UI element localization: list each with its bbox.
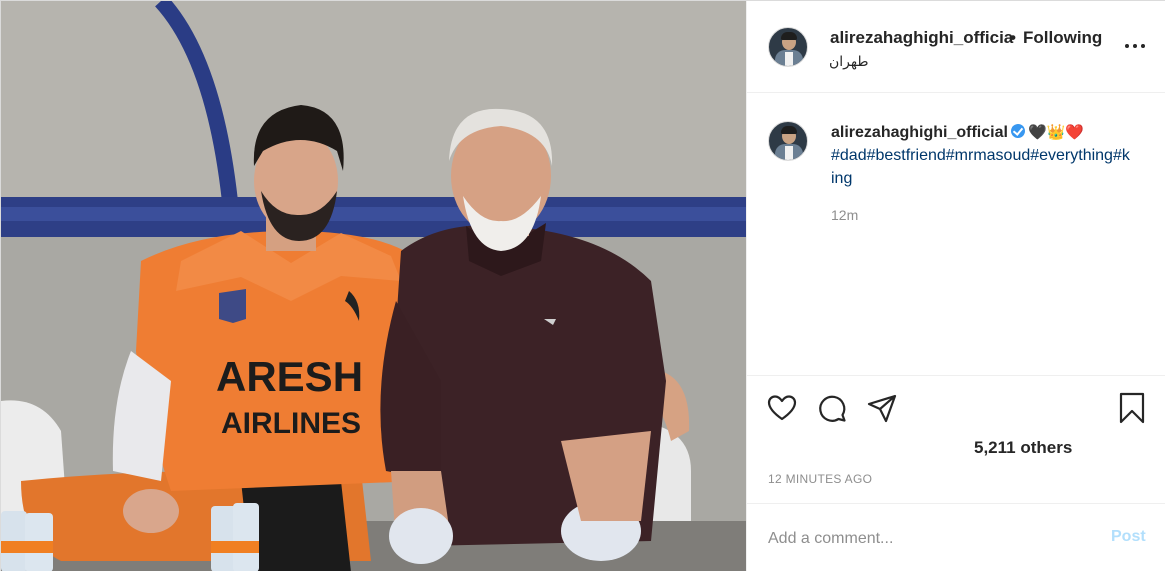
post-photo[interactable]: ARESH AIRLINES	[1, 1, 746, 571]
post-header: alirezahaghighi_officia • Following طهرا…	[747, 1, 1165, 93]
heart-icon[interactable]	[766, 392, 798, 424]
location-link[interactable]: طهران	[829, 53, 869, 70]
more-options-icon[interactable]	[1123, 35, 1147, 55]
send-icon[interactable]	[866, 392, 898, 424]
caption-hashtags[interactable]: #dad#bestfriend#mrmasoud#everything#king	[831, 147, 1130, 187]
likes-count[interactable]: 5,211 others	[974, 438, 1072, 458]
post-dialog: ARESH AIRLINES alirezahaghighi_officia •…	[0, 0, 1165, 571]
action-bar: 5,211 others 12 MINUTES AGO	[747, 375, 1165, 503]
caption-time: 12m	[831, 207, 859, 223]
comment-input[interactable]	[768, 524, 1088, 554]
bookmark-icon[interactable]	[1116, 392, 1148, 424]
caption-text: alirezahaghighi_official 🖤👑❤️ #dad#bestfr…	[831, 121, 1131, 190]
following-button[interactable]: Following	[1023, 28, 1102, 48]
comment-section: Post	[747, 503, 1165, 571]
post-comment-button[interactable]: Post	[1111, 528, 1146, 546]
jersey-text-line1: ARESH	[216, 353, 363, 400]
comment-icon[interactable]	[816, 392, 848, 424]
caption-emojis: 🖤👑❤️	[1027, 123, 1084, 141]
avatar[interactable]	[768, 27, 808, 67]
jersey-text-line2: AIRLINES	[221, 407, 361, 440]
caption-username[interactable]: alirezahaghighi_official	[831, 124, 1008, 141]
header-username[interactable]: alirezahaghighi_officia	[830, 28, 1013, 48]
post-timestamp[interactable]: 12 MINUTES AGO	[768, 472, 872, 486]
caption-section: alirezahaghighi_official 🖤👑❤️ #dad#bestfr…	[747, 93, 1165, 375]
caption-avatar[interactable]	[768, 121, 808, 161]
verified-badge-icon	[1010, 124, 1025, 138]
post-side-panel: alirezahaghighi_officia • Following طهرا…	[746, 1, 1165, 571]
header-separator: •	[1010, 28, 1016, 47]
